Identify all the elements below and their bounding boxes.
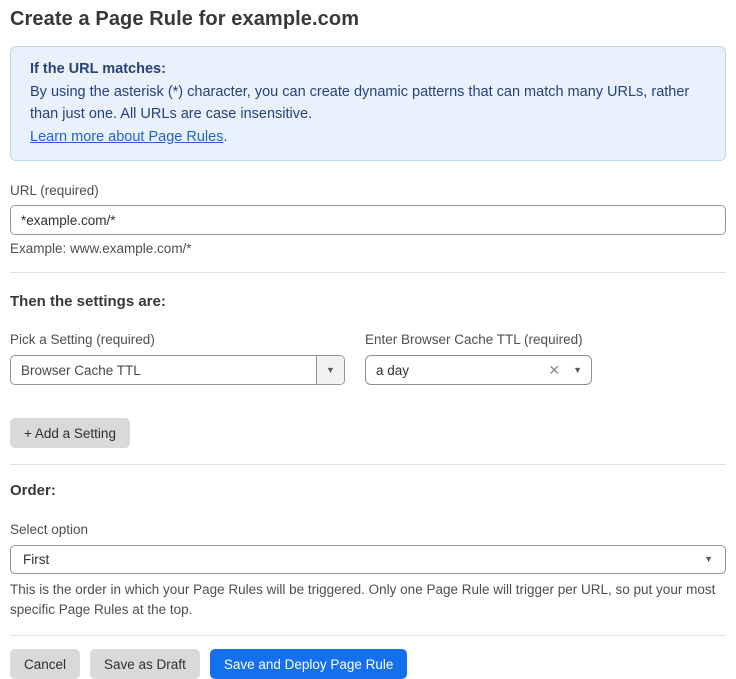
order-section-heading: Order: (10, 482, 726, 499)
chevron-down-icon: ▼ (326, 366, 335, 375)
ttl-select[interactable]: a day ✕ ▼ (365, 355, 592, 385)
clear-icon[interactable]: ✕ (548, 363, 560, 377)
page-title: Create a Page Rule for example.com (10, 8, 726, 31)
ttl-select-group: Enter Browser Cache TTL (required) a day… (365, 332, 592, 385)
setting-select-label: Pick a Setting (required) (10, 332, 345, 347)
add-setting-button[interactable]: + Add a Setting (10, 418, 130, 448)
save-as-draft-button[interactable]: Save as Draft (90, 649, 200, 679)
order-select-value: First (23, 552, 704, 567)
info-box-heading: If the URL matches: (30, 58, 706, 81)
url-helper-text: Example: www.example.com/* (10, 241, 726, 256)
url-field-label: URL (required) (10, 183, 726, 198)
save-and-deploy-button[interactable]: Save and Deploy Page Rule (210, 649, 408, 679)
footer-actions: Cancel Save as Draft Save and Deploy Pag… (10, 649, 726, 679)
order-select[interactable]: First ▼ (10, 545, 726, 574)
chevron-down-icon: ▼ (704, 555, 713, 564)
setting-select-group: Pick a Setting (required) Browser Cache … (10, 332, 345, 385)
order-helper-text: This is the order in which your Page Rul… (10, 580, 726, 620)
setting-select-value: Browser Cache TTL (11, 356, 316, 384)
ttl-select-value: a day (376, 363, 548, 378)
link-suffix: . (223, 129, 227, 145)
setting-select[interactable]: Browser Cache TTL ▼ (10, 355, 345, 385)
url-match-info-box: If the URL matches: By using the asteris… (10, 46, 726, 161)
order-select-label: Select option (10, 522, 726, 537)
create-page-rule-panel: Create a Page Rule for example.com If th… (0, 0, 736, 679)
section-divider (10, 464, 726, 465)
footer-divider (10, 635, 726, 636)
learn-more-link[interactable]: Learn more about Page Rules (30, 129, 223, 145)
chevron-down-icon[interactable]: ▼ (573, 366, 582, 375)
settings-row: Pick a Setting (required) Browser Cache … (10, 332, 726, 385)
section-divider (10, 272, 726, 273)
info-box-link-line: Learn more about Page Rules. (30, 126, 706, 149)
info-box-body: By using the asterisk (*) character, you… (30, 81, 706, 126)
cancel-button[interactable]: Cancel (10, 649, 80, 679)
ttl-select-label: Enter Browser Cache TTL (required) (365, 332, 592, 347)
setting-select-arrow-button[interactable]: ▼ (316, 356, 344, 384)
url-input[interactable] (10, 205, 726, 235)
settings-section-heading: Then the settings are: (10, 293, 726, 310)
